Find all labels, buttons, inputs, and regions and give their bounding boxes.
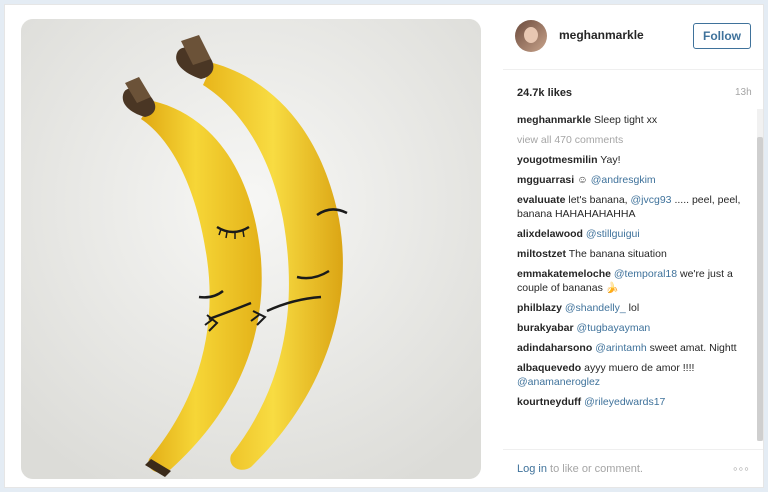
comment-username[interactable]: evaluuate (517, 194, 565, 206)
comment-text: let's banana, (568, 194, 631, 206)
post-time: 13h (735, 87, 752, 98)
comment-text: ayyy muero de amor !!!! (584, 362, 695, 374)
comment-username[interactable]: emmakatemeloche (517, 268, 611, 280)
comment-mention[interactable]: @andresgkim (591, 174, 656, 186)
comment-item: evaluuate let's banana, @jvcg93 ..... pe… (517, 193, 749, 221)
comment-item: albaquevedo ayyy muero de amor !!!! @ana… (517, 361, 749, 389)
footer-divider (503, 449, 763, 450)
comments-scrollbar[interactable] (757, 109, 763, 441)
comment-username[interactable]: albaquevedo (517, 362, 581, 374)
more-options-icon[interactable]: ◦◦◦ (733, 461, 750, 476)
comment-username[interactable]: alixdelawood (517, 228, 583, 240)
post-username[interactable]: meghanmarkle (559, 28, 644, 42)
comment-item: burakyabar @tugbayayman (517, 321, 749, 335)
follow-button[interactable]: Follow (693, 23, 751, 49)
post-card: meghanmarkle Follow 24.7k likes 13h megh… (4, 4, 764, 488)
caption: meghanmarkle Sleep tight xx (517, 113, 749, 127)
comment-username[interactable]: adindaharsono (517, 342, 592, 354)
comment-mention[interactable]: @stillguigui (586, 228, 640, 240)
bananas-image (21, 19, 481, 479)
avatar[interactable] (515, 20, 547, 52)
comment-username[interactable]: mgguarrasi (517, 174, 574, 186)
caption-username[interactable]: meghanmarkle (517, 114, 591, 126)
post-photo[interactable] (21, 19, 481, 479)
comment-text-after: sweet amat. Nightt (646, 342, 737, 354)
comment-username[interactable]: miltostzet (517, 248, 566, 260)
comment-text: ☺ (577, 174, 591, 186)
comment-mention[interactable]: @shandelly_ (565, 302, 626, 314)
comment-username[interactable]: yougotmesmilin (517, 154, 598, 166)
scrollbar-thumb[interactable] (757, 137, 763, 441)
post-sidebar: meghanmarkle Follow 24.7k likes 13h megh… (503, 5, 765, 489)
view-all-comments-link[interactable]: view all 470 comments (517, 133, 749, 147)
comment-item: alixdelawood @stillguigui (517, 227, 749, 241)
comment-username[interactable]: burakyabar (517, 322, 574, 334)
likes-count[interactable]: 24.7k likes (517, 87, 572, 99)
comment-item: philblazy @shandelly_ lol (517, 301, 749, 315)
comment-item: miltostzet The banana situation (517, 247, 749, 261)
login-link[interactable]: Log in (517, 463, 547, 475)
comment-mention[interactable]: @tugbayayman (577, 322, 651, 334)
comments-list[interactable]: meghanmarkle Sleep tight xx view all 470… (517, 113, 749, 439)
comment-text: The banana situation (568, 248, 667, 260)
comment-text: Yay! (600, 154, 621, 166)
comment-item: emmakatemeloche @temporal18 we're just a… (517, 267, 749, 295)
comment-item: mgguarrasi ☺ @andresgkim (517, 173, 749, 187)
comment-mention[interactable]: @jvcg93 (631, 194, 672, 206)
post-header: meghanmarkle Follow (503, 17, 761, 57)
login-prompt-text: to like or comment. (546, 463, 643, 475)
comment-text-after: lol (625, 302, 640, 314)
comment-mention[interactable]: @temporal18 (614, 268, 677, 280)
comment-item: kourtneyduff @rileyedwards17 (517, 395, 749, 409)
comment-container: yougotmesmilin Yay! mgguarrasi ☺ @andresg… (517, 153, 749, 409)
comment-item: adindaharsono @arintamh sweet amat. Nigh… (517, 341, 749, 355)
caption-text: Sleep tight xx (594, 114, 658, 126)
comment-mention[interactable]: @arintamh (595, 342, 647, 354)
comment-mention[interactable]: @rileyedwards17 (584, 396, 665, 408)
comment-item: yougotmesmilin Yay! (517, 153, 749, 167)
login-prompt: Log in to like or comment. (517, 463, 643, 475)
comment-username[interactable]: philblazy (517, 302, 562, 314)
comment-username[interactable]: kourtneyduff (517, 396, 581, 408)
comment-mention[interactable]: @anamaneroglez (517, 376, 600, 388)
header-divider (503, 69, 763, 70)
